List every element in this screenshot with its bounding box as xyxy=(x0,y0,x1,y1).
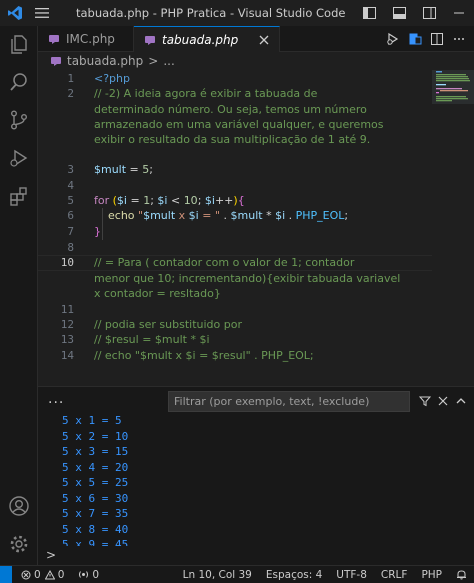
remote-indicator[interactable] xyxy=(0,566,12,583)
breadcrumb-separator: > xyxy=(148,54,159,68)
code-line: // $resul = $mult * $i xyxy=(94,333,210,346)
notifications-bell-icon[interactable] xyxy=(456,569,470,580)
line-number: 12 xyxy=(60,318,74,331)
code-line: determinado número. Ou seja, temos um nú… xyxy=(94,103,367,116)
line-number: 7 xyxy=(67,225,74,238)
code-line: x contador = resltado} xyxy=(94,287,221,300)
tab-tabuada-php[interactable]: tabuada.php xyxy=(134,26,280,52)
window-title: tabuada.php - PHP Pratica - Visual Studi… xyxy=(76,6,346,20)
code-line: for ($i = 1; $i < 10; $i++){ xyxy=(94,194,245,207)
line-number: 8 xyxy=(67,241,74,254)
panel-toggle-icon[interactable] xyxy=(384,0,414,26)
php-file-icon xyxy=(50,55,62,67)
line-number: 1 xyxy=(67,72,74,85)
line-number: 14 xyxy=(60,349,74,362)
code-line: echo "$mult x $i = " . $mult * $i . PHP_… xyxy=(108,209,349,222)
line-number: 11 xyxy=(60,303,74,316)
code-line: $mult = 5; xyxy=(94,163,153,176)
settings-gear-icon[interactable] xyxy=(0,526,38,562)
code-line: exibir o resultado da sua multiplicação … xyxy=(94,133,371,146)
status-bar: 0 0 0 Ln 10, Col 39 Espaços: 4 UTF-8 CRL… xyxy=(0,565,474,583)
line-ending[interactable]: CRLF xyxy=(381,569,408,581)
output-line: 5 x 8 = 40 xyxy=(62,522,129,536)
vscode-logo-icon xyxy=(0,5,30,21)
explorer-icon[interactable] xyxy=(0,26,38,62)
error-icon xyxy=(21,570,31,579)
ports-count: 0 xyxy=(92,568,100,581)
output-line: 5 x 9 = 45 xyxy=(62,538,129,546)
broadcast-icon xyxy=(79,571,89,578)
tab-label: IMC.php xyxy=(66,32,115,46)
line-number-active: 10 xyxy=(60,256,74,269)
close-icon[interactable] xyxy=(257,33,271,47)
warning-count: 0 xyxy=(57,568,65,581)
output-line: 5 x 3 = 15 xyxy=(62,445,129,458)
warning-icon xyxy=(44,569,55,579)
panel-more-actions[interactable]: ... xyxy=(48,391,64,407)
filter-settings-icon[interactable] xyxy=(416,390,434,412)
menu-icon[interactable] xyxy=(30,7,54,19)
code-line: // echo "$mult x $i = $resul" . PHP_EOL; xyxy=(94,349,314,362)
minimize-icon[interactable] xyxy=(444,0,474,26)
tab-imc-php[interactable]: IMC.php xyxy=(38,26,134,52)
line-number: 3 xyxy=(67,163,74,176)
encoding[interactable]: UTF-8 xyxy=(336,569,367,581)
output-line: 5 x 7 = 35 xyxy=(62,507,129,520)
output-panel: ... Filtrar (por exemplo, text, !exclude… xyxy=(38,386,474,565)
activity-bar xyxy=(0,26,38,565)
source-control-icon[interactable] xyxy=(0,102,38,138)
line-number: 13 xyxy=(60,333,74,346)
title-bar: tabuada.php - PHP Pratica - Visual Studi… xyxy=(0,0,474,26)
filter-input[interactable]: Filtrar (por exemplo, text, !exclude) xyxy=(168,391,410,412)
breadcrumb-file[interactable]: tabuada.php xyxy=(67,54,143,68)
split-editor-icon[interactable] xyxy=(426,26,448,52)
line-number: 2 xyxy=(67,87,74,100)
code-line: armazenado em uma variável qualquer, e q… xyxy=(94,118,384,131)
minimap[interactable] xyxy=(432,70,474,386)
preview-icon[interactable] xyxy=(404,26,426,52)
code-line: // -2) A ideia agora é exibir a tabuada … xyxy=(94,87,318,100)
output-line: 5 x 2 = 10 xyxy=(62,429,129,443)
output-line: 5 x 4 = 20 xyxy=(62,460,129,474)
line-number: 4 xyxy=(67,179,74,192)
language-mode[interactable]: PHP xyxy=(421,569,442,581)
chevron-up-icon[interactable] xyxy=(452,390,470,412)
code-line: // = Para ( contador com o valor de 1; c… xyxy=(94,256,355,269)
breadcrumb: tabuada.php > ... xyxy=(38,52,474,70)
tab-label: tabuada.php xyxy=(162,32,239,47)
error-count: 0 xyxy=(34,568,41,581)
more-actions-icon[interactable] xyxy=(448,26,470,52)
problems-indicator[interactable]: 0 0 xyxy=(21,569,64,581)
customize-layout-icon[interactable] xyxy=(414,0,444,26)
layout-toggle-icon[interactable] xyxy=(354,0,384,26)
run-debug-icon[interactable] xyxy=(0,140,38,176)
code-line: // podia ser substituido por xyxy=(94,318,242,331)
php-file-icon xyxy=(144,34,156,46)
accounts-icon[interactable] xyxy=(0,488,38,524)
line-number: 6 xyxy=(67,209,74,222)
line-number: 5 xyxy=(67,194,74,207)
output-line: 5 x 1 = 5 xyxy=(62,414,122,427)
search-icon[interactable] xyxy=(0,64,38,100)
ports-indicator[interactable]: 0 xyxy=(78,569,99,581)
code-line: } xyxy=(94,225,101,238)
editor-tabs: IMC.php tabuada.php xyxy=(38,26,474,52)
cursor-position[interactable]: Ln 10, Col 39 xyxy=(183,569,252,581)
code-line: <?php xyxy=(94,72,130,85)
php-file-icon xyxy=(48,33,60,45)
code-editor[interactable]: 1 2 3 4 5 6 7 8 10 11 12 13 14 <?php // … xyxy=(38,70,474,386)
breadcrumb-symbol[interactable]: ... xyxy=(163,54,174,68)
code-line: menor que 10; incrementando){exibir tabu… xyxy=(94,272,401,285)
run-file-icon[interactable] xyxy=(382,26,404,52)
extensions-icon[interactable] xyxy=(0,178,38,214)
clear-output-icon[interactable] xyxy=(434,390,452,412)
indentation[interactable]: Espaços: 4 xyxy=(266,569,322,581)
output-line: 5 x 6 = 30 xyxy=(62,491,129,505)
output-line: 5 x 5 = 25 xyxy=(62,476,129,489)
terminal-prompt[interactable]: > xyxy=(46,548,56,562)
